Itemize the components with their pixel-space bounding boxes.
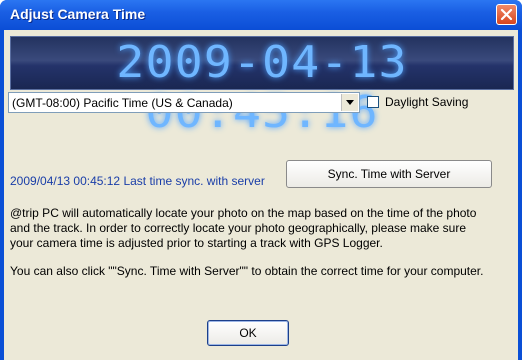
clock-digits: 2009-04-13 00:45:16 [116, 37, 408, 138]
chevron-down-icon [346, 100, 354, 105]
timezone-select[interactable]: (GMT-08:00) Pacific Time (US & Canada) [8, 92, 360, 113]
info-paragraph-1: @trip PC will automatically locate your … [10, 206, 477, 250]
daylight-saving-label: Daylight Saving [385, 95, 469, 109]
title-bar[interactable]: Adjust Camera Time [0, 0, 522, 30]
close-icon [500, 8, 513, 21]
daylight-saving-checkbox[interactable] [367, 96, 379, 108]
info-paragraph-2: You can also click ""Sync. Time with Ser… [10, 264, 484, 278]
last-sync-status: 2009/04/13 00:45:12 Last time sync. with… [10, 174, 265, 188]
sync-time-button[interactable]: Sync. Time with Server [286, 160, 492, 188]
clock-display: 2009-04-13 00:45:16 [10, 36, 514, 138]
ok-button[interactable]: OK [207, 320, 289, 346]
close-button[interactable] [496, 4, 517, 25]
dialog-body: 2009-04-13 00:45:16 [4, 30, 518, 360]
timezone-value: (GMT-08:00) Pacific Time (US & Canada) [12, 96, 233, 110]
dialog-window: Adjust Camera Time 2009-04-13 00:45:16 (… [0, 0, 522, 360]
timezone-dropdown-button[interactable] [341, 94, 358, 111]
window-title: Adjust Camera Time [10, 6, 146, 22]
